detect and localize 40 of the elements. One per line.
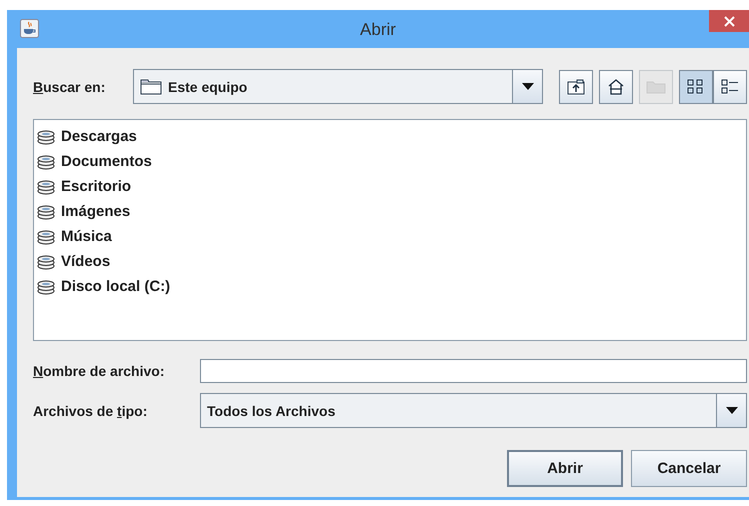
details-view-icon xyxy=(720,78,740,96)
file-item[interactable]: Vídeos xyxy=(61,253,110,270)
file-item[interactable]: Música xyxy=(61,228,112,245)
caret-icon xyxy=(522,83,534,90)
close-button[interactable] xyxy=(709,10,749,32)
dropdown-arrow-button[interactable] xyxy=(512,70,542,103)
coffee-cup-icon xyxy=(20,19,39,38)
folder-up-icon xyxy=(567,78,585,94)
file-type-label: Archivos de tipo: xyxy=(33,402,148,418)
drive-icon xyxy=(37,154,55,170)
details-view-button[interactable] xyxy=(713,70,747,104)
drive-icon xyxy=(37,178,55,194)
file-item[interactable]: Disco local (C:) xyxy=(61,278,170,295)
open-button[interactable]: Abrir xyxy=(507,450,623,487)
window-title: Abrir xyxy=(359,20,397,40)
drive-icon xyxy=(37,204,55,220)
look-in-label: Buscar en: xyxy=(33,78,106,94)
caret-icon xyxy=(726,407,738,414)
file-item[interactable]: Escritorio xyxy=(61,178,132,195)
file-item[interactable]: Descargas xyxy=(61,128,137,145)
drive-icon xyxy=(37,228,55,244)
folder-icon xyxy=(646,79,666,94)
drive-icon xyxy=(37,128,55,144)
file-item[interactable]: Imágenes xyxy=(61,203,130,220)
up-folder-button[interactable] xyxy=(559,70,593,104)
file-item[interactable]: Documentos xyxy=(61,153,152,170)
drive-icon xyxy=(37,254,55,270)
file-name-label: Nombre de archivo: xyxy=(33,363,166,379)
close-icon xyxy=(724,16,734,26)
file-list[interactable]: Descargas Documentos Escritorio Imágenes Música Vídeos Disco local (C:) xyxy=(33,119,747,341)
file-type-dropdown[interactable]: Todos los Archivos xyxy=(200,393,747,428)
folder-icon xyxy=(140,78,162,95)
look-in-dropdown[interactable]: Este equipo xyxy=(133,69,543,104)
home-button[interactable] xyxy=(599,70,633,104)
drive-icon xyxy=(37,278,55,294)
list-view-button[interactable] xyxy=(679,70,713,104)
dropdown-arrow-button[interactable] xyxy=(716,394,746,427)
home-icon xyxy=(607,78,625,96)
file-name-field[interactable] xyxy=(200,359,747,383)
cancel-button[interactable]: Cancelar xyxy=(631,450,747,487)
